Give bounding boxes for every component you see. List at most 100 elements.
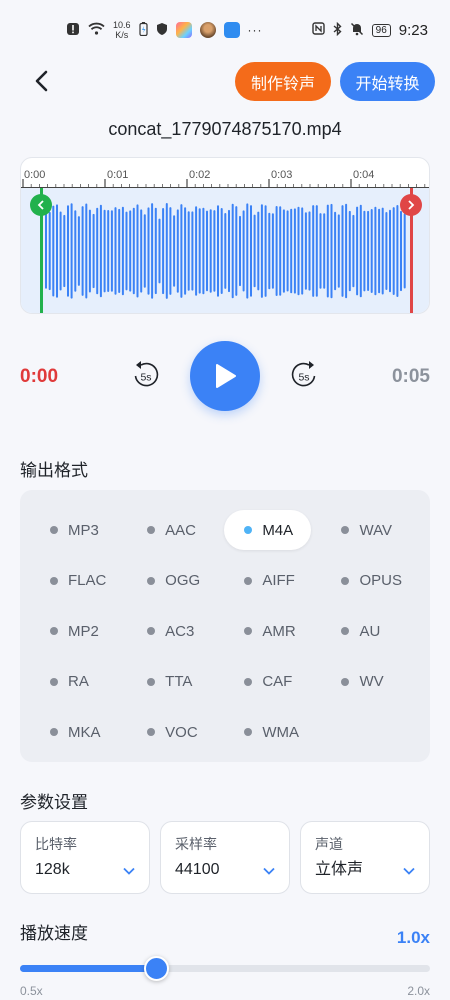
waveform-editor[interactable]: 0:00 0:01 0:02 0:03 0:04 xyxy=(20,157,430,314)
waveform-bar xyxy=(260,204,263,298)
format-option-label: M4A xyxy=(262,521,294,539)
network-speed: 10.6 K/s xyxy=(113,20,131,40)
format-option-mp2[interactable]: MP2 xyxy=(30,611,117,651)
radio-dot-icon xyxy=(147,677,156,686)
waveform-bar xyxy=(396,205,399,297)
sample-rate-value: 44100 xyxy=(175,861,220,878)
waveform-bar xyxy=(326,204,329,298)
waveform-area xyxy=(21,188,429,313)
status-left: 10.6 K/s ··· xyxy=(66,20,263,40)
waveform-bar xyxy=(293,208,296,294)
radio-dot-icon xyxy=(50,526,58,535)
format-option-cell: M4A xyxy=(224,505,321,556)
chevron-down-icon xyxy=(123,867,135,875)
app-icon-cloud xyxy=(223,22,240,38)
make-ringtone-button[interactable]: 制作铃声 xyxy=(235,62,331,101)
waveform-bar xyxy=(312,205,315,297)
bitrate-select[interactable]: 比特率 128k xyxy=(20,821,150,894)
waveform-bar xyxy=(96,207,99,295)
format-option-label: AAC xyxy=(165,521,196,539)
format-option-ogg[interactable]: OGG xyxy=(127,561,218,601)
waveform-bar xyxy=(132,207,135,295)
speed-slider-thumb[interactable] xyxy=(144,956,170,981)
radio-dot-icon xyxy=(147,526,156,535)
start-convert-button[interactable]: 开始转换 xyxy=(340,62,435,101)
selection-start-handle[interactable] xyxy=(30,194,52,216)
waveform-bar xyxy=(114,207,117,295)
format-option-flac[interactable]: FLAC xyxy=(30,561,124,601)
format-option-wav[interactable]: WAV xyxy=(321,510,410,550)
format-option-m4a[interactable]: M4A xyxy=(224,510,312,551)
radio-dot-icon xyxy=(50,677,58,686)
waveform-bar xyxy=(74,210,77,292)
waveform-bar xyxy=(315,205,318,297)
format-option-mka[interactable]: MKA xyxy=(30,712,119,752)
format-option-label: OGG xyxy=(165,572,201,590)
rewind-label: 5s xyxy=(140,372,151,384)
waveform-bar xyxy=(348,210,351,292)
format-option-label: RA xyxy=(68,673,89,691)
format-option-label: WV xyxy=(359,673,384,691)
waveform-bar xyxy=(154,207,157,295)
format-option-label: MP2 xyxy=(68,622,99,640)
waveform-bar xyxy=(165,203,168,299)
waveform-bar xyxy=(235,206,238,296)
waveform-bar xyxy=(301,207,304,295)
network-speed-unit: K/s xyxy=(115,30,129,40)
forward-5s-button[interactable]: 5s xyxy=(290,359,318,393)
tick-label: 0:04 xyxy=(353,169,375,181)
more-notifications-icon: ··· xyxy=(247,23,263,37)
bitrate-value: 128k xyxy=(35,861,70,878)
speed-min-label: 0.5x xyxy=(20,984,43,998)
waveform-bar xyxy=(129,210,132,292)
speed-slider-track[interactable] xyxy=(20,965,430,972)
back-button[interactable] xyxy=(26,66,56,96)
waveform-bar xyxy=(125,211,128,291)
format-option-au[interactable]: AU xyxy=(321,611,398,651)
timeline-ruler: 0:00 0:01 0:02 0:03 0:04 xyxy=(21,158,429,188)
app-icon-avatar xyxy=(199,22,216,38)
waveform-bar xyxy=(147,207,150,295)
channel-select[interactable]: 声道 立体声 xyxy=(300,821,430,894)
waveform-bar xyxy=(308,211,311,291)
format-option-voc[interactable]: VOC xyxy=(127,712,216,752)
waveform-bar xyxy=(271,213,274,289)
format-option-caf[interactable]: CAF xyxy=(224,662,310,702)
play-button[interactable] xyxy=(190,341,260,411)
app-icon-colorful xyxy=(175,22,192,38)
format-option-amr[interactable]: AMR xyxy=(224,611,313,651)
format-option-mp3[interactable]: MP3 xyxy=(30,510,117,550)
radio-dot-icon xyxy=(147,728,156,737)
format-option-aac[interactable]: AAC xyxy=(127,510,214,550)
selection-end-handle[interactable] xyxy=(400,194,422,216)
waveform-bar xyxy=(253,214,256,288)
format-option-wv[interactable]: WV xyxy=(321,662,401,702)
format-option-label: TTA xyxy=(165,673,193,691)
waveform-bar xyxy=(268,212,271,290)
waveform-bar xyxy=(92,213,95,289)
rewind-icon: 5s xyxy=(134,361,159,387)
waveform-bar xyxy=(290,208,293,294)
rewind-5s-button[interactable]: 5s xyxy=(132,359,160,393)
format-option-cell: WAV xyxy=(321,505,420,556)
format-options: MP3 AAC M4A WAV FLAC OGG AIFF OPUS MP2 AC3 AMR AU RA… xyxy=(20,490,430,762)
speed-title: 播放速度 xyxy=(20,924,88,943)
format-option-wma[interactable]: WMA xyxy=(224,712,317,752)
format-option-ra[interactable]: RA xyxy=(30,662,107,702)
waveform-bar xyxy=(374,206,377,296)
waveform-bar xyxy=(330,203,333,299)
format-option-cell: MKA xyxy=(30,707,127,758)
waveform-bar xyxy=(99,204,102,298)
waveform-bar xyxy=(59,211,62,291)
waveform-bar xyxy=(228,209,230,293)
chevron-right-small-icon xyxy=(408,200,415,210)
radio-dot-icon xyxy=(50,576,58,585)
waveform-bar xyxy=(143,214,146,288)
format-option-ac3[interactable]: AC3 xyxy=(127,611,212,651)
format-option-opus[interactable]: OPUS xyxy=(321,561,420,601)
wifi-icon xyxy=(88,22,105,38)
channel-label: 声道 xyxy=(315,836,343,852)
format-option-tta[interactable]: TTA xyxy=(127,662,210,702)
sample-rate-select[interactable]: 采样率 44100 xyxy=(160,821,290,894)
format-option-aiff[interactable]: AIFF xyxy=(224,561,313,601)
